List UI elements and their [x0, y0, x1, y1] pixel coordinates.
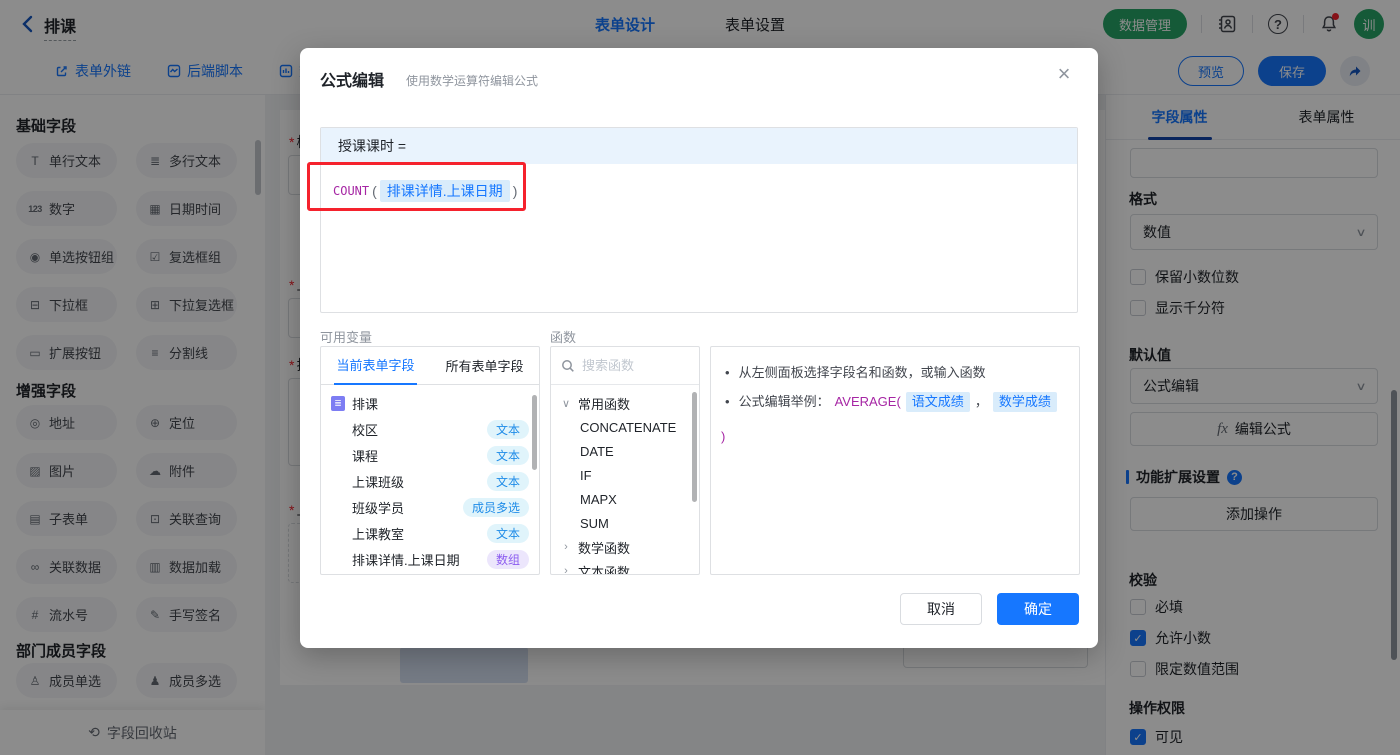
help-panel: • 从左侧面板选择字段名和函数，或输入函数 • 公式编辑举例： AVERAGE(…: [710, 346, 1080, 575]
variables-tabs: 当前表单字段 所有表单字段: [321, 347, 539, 385]
function-search: [551, 347, 699, 385]
cancel-button[interactable]: 取消: [900, 593, 982, 625]
close-icon[interactable]: ×: [1050, 60, 1078, 88]
function-item[interactable]: CONCATENATE: [551, 415, 699, 439]
tab-all-form-fields[interactable]: 所有表单字段: [430, 347, 539, 384]
form-doc-icon: ≣: [331, 395, 345, 411]
function-item[interactable]: IF: [551, 463, 699, 487]
functions-scrollbar[interactable]: [692, 392, 697, 502]
help-tip-2: • 公式编辑举例： AVERAGE( 语文成绩 ， 数学成绩 ): [721, 389, 1065, 450]
field-type-badge: 文本: [486, 445, 529, 465]
example-function-name: AVERAGE(: [834, 394, 901, 409]
variable-field-row[interactable]: 上课教室 文本: [321, 520, 539, 546]
function-group-text[interactable]: › 文本函数: [551, 559, 699, 575]
variables-label: 可用变量: [320, 330, 373, 345]
formula-field-chip[interactable]: 排课详情.上课日期: [379, 180, 510, 202]
chevron-collapsed-icon: ›: [564, 541, 568, 553]
example-field-chip: 数学成绩: [992, 392, 1057, 412]
functions-label: 函数: [550, 330, 577, 345]
variable-field-row[interactable]: 上课班级 文本: [321, 468, 539, 494]
variable-field-row[interactable]: 课程 文本: [321, 442, 539, 468]
formula-target: 授课课时 =: [321, 128, 1077, 164]
tab-current-form-fields[interactable]: 当前表单字段: [321, 347, 430, 385]
variables-scrollbar[interactable]: [532, 395, 537, 470]
confirm-button[interactable]: 确定: [997, 593, 1079, 625]
field-type-badge: 数组: [486, 549, 529, 569]
search-icon: [562, 359, 574, 372]
variable-field-row[interactable]: 排课详情.上课日期 数组: [321, 546, 539, 572]
formula-expression: COUNT ( 排课详情.上课日期 ): [333, 178, 517, 204]
field-type-badge: 成员多选: [462, 497, 529, 517]
function-item[interactable]: DATE: [551, 439, 699, 463]
modal-title: 公式编辑: [320, 73, 385, 90]
function-group-common[interactable]: ∨ 常用函数: [551, 391, 699, 415]
function-item[interactable]: MAPX: [551, 487, 699, 511]
modal-subtitle: 使用数学运算符编辑公式: [406, 74, 539, 88]
variables-panel: 当前表单字段 所有表单字段 ≣ 排课 校区 文本 课程 文本 上课班级 文本 班…: [320, 346, 540, 575]
formula-function-name: COUNT: [333, 184, 370, 198]
variable-form-node[interactable]: ≣ 排课: [321, 390, 539, 416]
formula-editor[interactable]: 授课课时 = COUNT ( 排课详情.上课日期 ): [320, 127, 1078, 313]
functions-panel: ∨ 常用函数 CONCATENATE DATE IF MAPX SUM › 数学…: [550, 346, 700, 575]
function-search-input[interactable]: [582, 358, 682, 373]
function-group-math[interactable]: › 数学函数: [551, 535, 699, 559]
formula-editor-modal: 公式编辑 使用数学运算符编辑公式 × 授课课时 = COUNT ( 排课详情.上…: [300, 48, 1098, 648]
field-type-badge: 文本: [486, 523, 529, 543]
function-item[interactable]: SUM: [551, 511, 699, 535]
chevron-expanded-icon: ∨: [561, 397, 571, 410]
variable-field-row[interactable]: 校区 文本: [321, 416, 539, 442]
field-type-badge: 文本: [486, 419, 529, 439]
chevron-collapsed-icon: ›: [564, 565, 568, 575]
field-type-badge: 文本: [486, 471, 529, 491]
example-field-chip: 语文成绩: [905, 392, 970, 412]
help-tip-1: • 从左侧面板选择字段名和函数，或输入函数: [725, 365, 986, 380]
variable-field-row[interactable]: 班级学员 成员多选: [321, 494, 539, 520]
